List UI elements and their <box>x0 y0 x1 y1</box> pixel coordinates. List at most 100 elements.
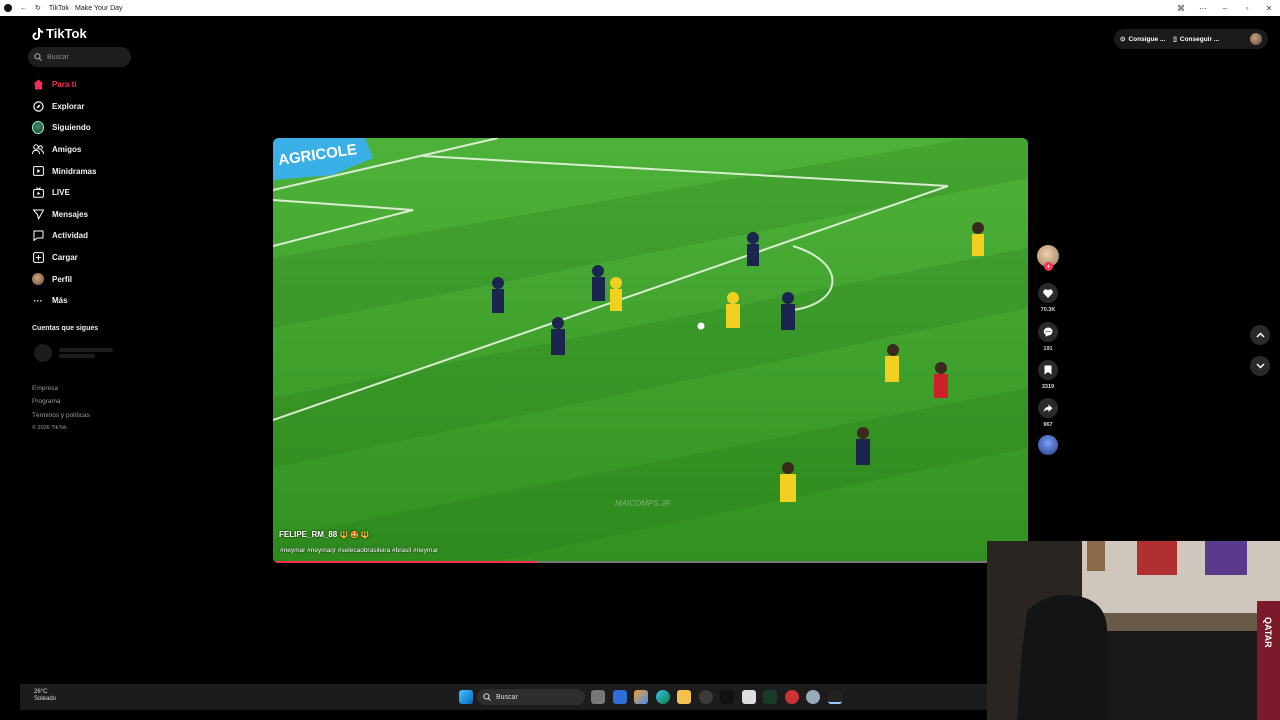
app-icon[interactable] <box>763 690 777 704</box>
sidebar-item-label: LIVE <box>52 188 70 198</box>
tiktok-app-icon[interactable] <box>828 690 842 704</box>
get-app-button[interactable]: ▯ Conseguir ... <box>1173 35 1220 44</box>
get-coins-button[interactable]: ⊙ Consigue ... <box>1120 35 1166 44</box>
next-video-button[interactable] <box>1250 356 1270 376</box>
creator-avatar[interactable]: + <box>1037 245 1059 271</box>
weather-widget[interactable]: 26°C Soleado <box>34 689 56 703</box>
browser-menu-icon[interactable]: ⋯ <box>1192 4 1214 13</box>
sidebar-item-mas[interactable]: ··· Más <box>32 290 152 312</box>
sidebar-item-label: Actividad <box>52 231 89 241</box>
follow-plus-icon[interactable]: + <box>1044 262 1053 271</box>
get-coins-label: Consigue ... <box>1128 35 1166 43</box>
taskbar-pinned <box>591 689 851 705</box>
weather-temp: 26°C <box>34 689 48 695</box>
tiktok-note-icon <box>32 27 43 40</box>
sidebar-item-cargar[interactable]: Cargar <box>32 247 152 269</box>
more-icon: ··· <box>33 295 43 306</box>
browser-logo-icon <box>4 4 12 12</box>
sidebar-item-label: Mensajes <box>52 209 89 219</box>
edge-icon[interactable] <box>656 690 670 704</box>
close-button[interactable]: ✕ <box>1258 4 1280 13</box>
footer-link-programa[interactable]: Programa <box>32 395 90 408</box>
brand-name: TikTok <box>46 26 87 41</box>
sidebar-item-label: Más <box>52 296 68 306</box>
sidebar-item-mensajes[interactable]: Mensajes <box>32 204 152 226</box>
sidebar-item-perfil[interactable]: Perfil <box>32 268 152 290</box>
minidramas-icon <box>32 165 44 177</box>
video-player[interactable]: AGRICOLE MAICOMPS.JR FELIPE_RM_88 🔱 🤩 🔱 … <box>273 138 1028 563</box>
app-icon[interactable] <box>699 690 713 704</box>
profile-avatar-icon <box>32 273 44 286</box>
sidebar-item-amigos[interactable]: Amigos <box>32 139 152 161</box>
sidebar-item-para-ti[interactable]: Para ti <box>32 74 152 96</box>
widgets-icon[interactable] <box>613 690 627 704</box>
sidebar-item-label: Cargar <box>52 253 78 263</box>
sidebar: TikTok Buscar Para ti Explorar Siguiendo… <box>20 16 160 684</box>
previous-video-button[interactable] <box>1250 325 1270 345</box>
coin-icon: ⊙ <box>1120 36 1126 43</box>
chevron-down-icon <box>1255 363 1265 369</box>
share-icon[interactable] <box>1038 398 1058 418</box>
get-app-label: Conseguir ... <box>1179 35 1220 43</box>
sidebar-item-label: Explorar <box>52 101 85 111</box>
sidebar-item-label: Siguiendo <box>52 123 91 133</box>
compass-icon <box>32 100 44 112</box>
sidebar-item-explorar[interactable]: Explorar <box>32 96 152 118</box>
footer-link-terminos[interactable]: Términos y políticas <box>32 409 90 422</box>
user-avatar[interactable] <box>1250 33 1262 45</box>
bookmark-icon[interactable] <box>1038 360 1058 380</box>
sound-avatar-button[interactable] <box>1036 435 1060 455</box>
webcam-feed: QATAR <box>987 541 1280 720</box>
windows-start-icon[interactable] <box>459 690 473 704</box>
home-icon <box>32 79 44 91</box>
sidebar-item-live[interactable]: LIVE <box>32 182 152 204</box>
settings-icon[interactable] <box>806 690 820 704</box>
heart-icon[interactable] <box>1038 283 1058 303</box>
video-progress-bar[interactable] <box>273 561 1028 563</box>
author-username[interactable]: FELIPE_RM_88 <box>279 530 337 539</box>
share-action[interactable]: 967 <box>1036 398 1060 428</box>
copilot-icon[interactable] <box>634 690 648 704</box>
restore-button[interactable]: ▫ <box>1236 4 1258 13</box>
creator-avatar-button[interactable]: + <box>1036 245 1060 271</box>
footer-link-empresa[interactable]: Empresa <box>32 382 90 395</box>
sidebar-item-actividad[interactable]: Actividad <box>32 225 152 247</box>
sidebar-item-siguiendo[interactable]: Siguiendo <box>32 117 152 139</box>
share-count: 967 <box>1043 422 1053 428</box>
activity-icon <box>32 230 44 242</box>
window-title: TikTok · Make Your Day <box>48 4 123 12</box>
minimize-button[interactable]: – <box>1214 4 1236 13</box>
video-frame: AGRICOLE MAICOMPS.JR <box>273 138 1028 563</box>
comment-icon[interactable] <box>1038 322 1058 342</box>
sidebar-item-minidramas[interactable]: Minidramas <box>32 160 152 182</box>
tiktok-app-icon[interactable] <box>720 690 734 704</box>
search-placeholder: Buscar <box>47 53 69 61</box>
copyright: © 2026 TikTok <box>32 425 67 432</box>
translate-icon[interactable]: ⌘ <box>1170 4 1192 13</box>
search-icon <box>483 693 491 701</box>
comment-action[interactable]: 191 <box>1036 322 1060 352</box>
webcam-overlay: QATAR <box>987 541 1280 720</box>
video-author[interactable]: FELIPE_RM_88 🔱 🤩 🔱 <box>279 530 370 539</box>
search-input[interactable]: Buscar <box>28 47 131 67</box>
file-explorer-icon[interactable] <box>677 690 691 704</box>
back-icon[interactable]: ← <box>20 5 27 12</box>
like-count: 70.3K <box>1040 307 1056 313</box>
header-actions: ⊙ Consigue ... ▯ Conseguir ... <box>1114 29 1268 49</box>
task-view-icon[interactable] <box>591 690 605 704</box>
sidebar-item-label: Perfil <box>52 274 73 284</box>
video-watermark: MAICOMPS.JR <box>615 499 671 508</box>
save-action[interactable]: 3319 <box>1036 360 1060 390</box>
video-hashtags[interactable]: #neymar #neymarjr #selecaobrasileira #br… <box>280 547 438 554</box>
store-icon[interactable] <box>742 690 756 704</box>
sidebar-item-label: Amigos <box>52 145 82 155</box>
taskbar-search[interactable]: Buscar <box>477 689 585 705</box>
save-count: 3319 <box>1041 384 1055 390</box>
tiktok-logo[interactable]: TikTok <box>32 26 87 41</box>
sidebar-item-label: Para ti <box>52 80 77 90</box>
app-icon[interactable] <box>785 690 799 704</box>
like-action[interactable]: 70.3K <box>1036 283 1060 313</box>
reload-icon[interactable]: ↻ <box>35 4 41 12</box>
author-emojis: 🔱 🤩 🔱 <box>339 532 370 539</box>
sound-disc-icon[interactable] <box>1038 435 1058 455</box>
